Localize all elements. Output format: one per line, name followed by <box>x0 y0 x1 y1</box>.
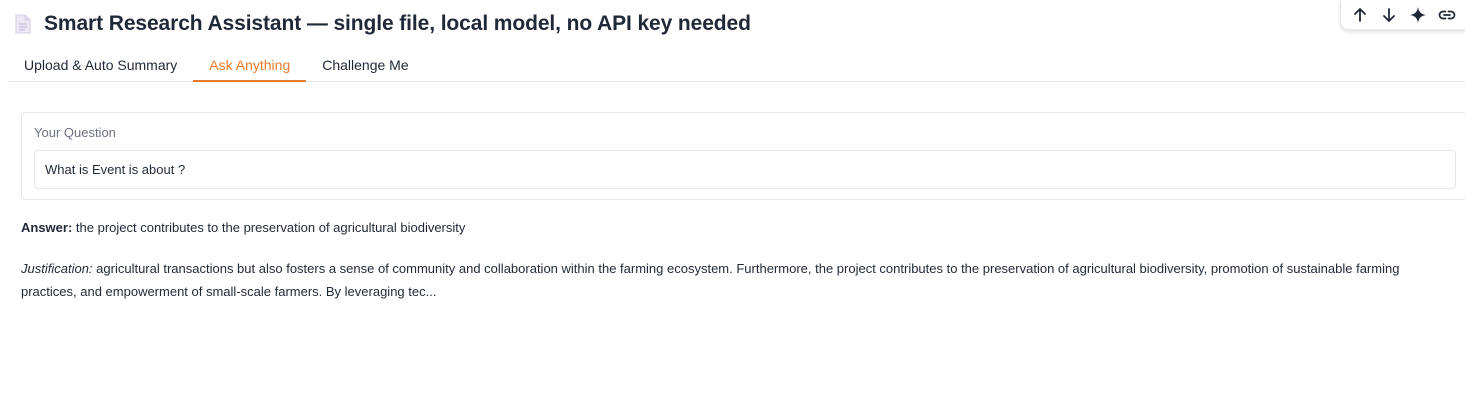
answer-value: the project contributes to the preservat… <box>72 220 466 235</box>
answer-text: Answer: the project contributes to the p… <box>21 220 465 235</box>
sparkle-icon[interactable] <box>1406 3 1430 27</box>
justification-text: Justification: agricultural transactions… <box>21 257 1451 303</box>
question-label: Your Question <box>34 125 116 140</box>
answer-label: Answer: <box>21 220 73 235</box>
header: Smart Research Assistant — single file, … <box>14 10 751 38</box>
tab-bar: Upload & Auto Summary Ask Anything Chall… <box>8 50 1465 82</box>
page-title: Smart Research Assistant — single file, … <box>44 12 751 35</box>
justification-label: Justification: <box>21 261 93 276</box>
arrow-up-icon[interactable] <box>1348 3 1372 27</box>
tab-upload-auto-summary[interactable]: Upload & Auto Summary <box>8 57 193 81</box>
question-input[interactable] <box>34 150 1456 189</box>
tab-ask-anything[interactable]: Ask Anything <box>193 57 307 82</box>
app-page: Smart Research Assistant — single file, … <box>0 0 1465 408</box>
tab-challenge-me[interactable]: Challenge Me <box>306 57 424 81</box>
question-panel: Your Question <box>21 112 1465 200</box>
document-icon <box>14 13 32 35</box>
arrow-down-icon[interactable] <box>1377 3 1401 27</box>
floating-toolbar <box>1340 0 1465 30</box>
link-icon[interactable] <box>1435 3 1459 27</box>
justification-value: agricultural transactions but also foste… <box>21 261 1400 299</box>
